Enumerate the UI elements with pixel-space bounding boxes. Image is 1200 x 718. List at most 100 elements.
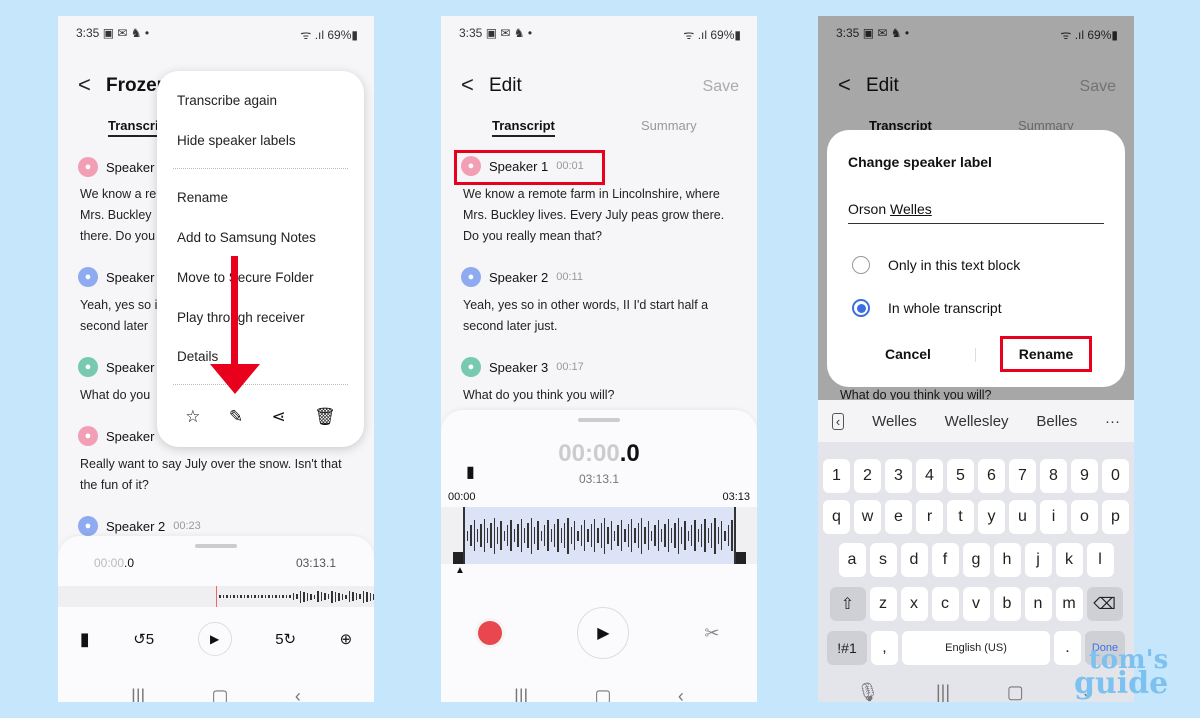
speaker-label[interactable]: ● Speaker — [78, 426, 154, 446]
key-7[interactable]: 7 — [1009, 459, 1036, 493]
speaker-name-input[interactable]: Orson Welles — [848, 201, 1104, 224]
key-c[interactable]: c — [931, 587, 959, 621]
trash-icon[interactable]: 🗑 — [314, 407, 336, 427]
comma-key[interactable]: , — [871, 631, 898, 665]
key-q[interactable]: q — [823, 500, 850, 534]
key-j[interactable]: j — [1024, 543, 1052, 577]
recent-apps-icon[interactable]: ||| — [936, 682, 950, 702]
key-l[interactable]: l — [1086, 543, 1114, 577]
pencil-icon[interactable]: ✎ — [229, 407, 243, 427]
key-9[interactable]: 9 — [1071, 459, 1098, 493]
back-nav-icon[interactable]: ‹ — [678, 686, 684, 702]
trim-end-handle[interactable] — [736, 552, 746, 564]
microphone-icon[interactable]: 🎙 — [856, 682, 879, 702]
speaker-label[interactable]: ● Speaker — [78, 267, 154, 287]
sheet-handle[interactable] — [195, 544, 237, 548]
suggestion[interactable]: Welles — [872, 413, 917, 430]
key-y[interactable]: y — [978, 500, 1005, 534]
key-r[interactable]: r — [916, 500, 943, 534]
star-icon[interactable]: ☆ — [185, 407, 200, 427]
speaker-label[interactable]: ● Speaker 3 00:17 — [461, 357, 584, 377]
key-2[interactable]: 2 — [854, 459, 881, 493]
key-d[interactable]: d — [900, 543, 928, 577]
home-icon[interactable]: ▢ — [212, 686, 229, 702]
key-h[interactable]: h — [993, 543, 1021, 577]
recent-apps-icon[interactable]: ||| — [131, 686, 145, 702]
scissors-icon[interactable]: ✂ — [704, 623, 719, 644]
speaker-label[interactable]: ● Speaker 2 00:11 — [461, 267, 583, 287]
menu-item-transcribe-again[interactable]: Transcribe again — [177, 93, 277, 108]
back-nav-icon[interactable]: ‹ — [295, 686, 301, 702]
backspace-key[interactable]: ⌫ — [1086, 587, 1123, 621]
forward-5-icon[interactable]: 5↻ — [275, 630, 296, 648]
key-w[interactable]: w — [854, 500, 881, 534]
key-g[interactable]: g — [962, 543, 990, 577]
key-0[interactable]: 0 — [1102, 459, 1129, 493]
radio-only-this-block[interactable]: Only in this text block — [852, 256, 1020, 274]
keyboard-collapse-icon[interactable]: ‹ — [831, 412, 845, 430]
space-key[interactable]: English (US) — [902, 631, 1050, 665]
key-b[interactable]: b — [993, 587, 1021, 621]
tab-transcript[interactable]: Transcri — [108, 118, 159, 137]
playhead[interactable] — [216, 586, 217, 607]
playhead-marker[interactable]: ▲ — [455, 565, 465, 576]
cancel-button[interactable]: Cancel — [885, 346, 931, 362]
key-x[interactable]: x — [900, 587, 928, 621]
symbols-key[interactable]: !#1 — [827, 631, 867, 665]
menu-item-add-to-samsung-notes[interactable]: Add to Samsung Notes — [177, 230, 316, 245]
tab-summary[interactable]: Summary — [641, 118, 697, 133]
key-n[interactable]: n — [1024, 587, 1052, 621]
speaker-label[interactable]: ● Speaker — [78, 157, 154, 177]
key-v[interactable]: v — [962, 587, 990, 621]
recent-apps-icon[interactable]: ||| — [514, 686, 528, 702]
record-button[interactable] — [478, 621, 503, 645]
radio-whole-transcript[interactable]: In whole transcript — [852, 299, 1002, 317]
waveform-editor[interactable] — [441, 507, 757, 564]
speaker-label[interactable]: ● Speaker 1 00:01 — [461, 156, 584, 176]
share-icon[interactable]: ⋖ — [272, 407, 286, 427]
key-m[interactable]: m — [1055, 587, 1083, 621]
back-button[interactable]: < — [78, 72, 91, 98]
key-p[interactable]: p — [1102, 500, 1129, 534]
home-icon[interactable]: ▢ — [595, 686, 612, 702]
radio-button[interactable] — [852, 256, 870, 274]
bookmark-icon[interactable]: ▮ — [80, 629, 90, 650]
waveform-scrubber[interactable] — [58, 586, 374, 607]
key-5[interactable]: 5 — [947, 459, 974, 493]
key-f[interactable]: f — [931, 543, 959, 577]
more-icon[interactable]: ··· — [1105, 413, 1120, 430]
key-6[interactable]: 6 — [978, 459, 1005, 493]
rewind-5-icon[interactable]: ↺5 — [133, 630, 154, 648]
play-button[interactable]: ▶ — [197, 622, 232, 656]
key-a[interactable]: a — [838, 543, 866, 577]
key-1[interactable]: 1 — [823, 459, 850, 493]
shift-key[interactable]: ⇧ — [829, 587, 866, 621]
menu-item-rename[interactable]: Rename — [177, 190, 228, 205]
speaker-label[interactable]: ● Speaker 2 00:23 — [78, 516, 201, 536]
key-3[interactable]: 3 — [885, 459, 912, 493]
key-e[interactable]: e — [885, 500, 912, 534]
sheet-handle[interactable] — [578, 418, 620, 422]
play-button[interactable]: ▶ — [577, 607, 630, 659]
key-i[interactable]: i — [1040, 500, 1067, 534]
menu-item-hide-speaker-labels[interactable]: Hide speaker labels — [177, 133, 296, 148]
key-u[interactable]: u — [1009, 500, 1036, 534]
back-button[interactable]: < — [461, 72, 474, 98]
suggestion[interactable]: Wellesley — [945, 413, 1009, 430]
key-o[interactable]: o — [1071, 500, 1098, 534]
key-s[interactable]: s — [869, 543, 897, 577]
add-bookmark-icon[interactable]: ⊕ — [340, 630, 353, 648]
key-t[interactable]: t — [947, 500, 974, 534]
save-button[interactable]: Save — [703, 78, 739, 96]
key-8[interactable]: 8 — [1040, 459, 1067, 493]
key-4[interactable]: 4 — [916, 459, 943, 493]
key-k[interactable]: k — [1055, 543, 1083, 577]
trim-start-handle[interactable] — [453, 552, 463, 564]
radio-button-selected[interactable] — [852, 299, 870, 317]
key-z[interactable]: z — [869, 587, 897, 621]
bookmark-icon[interactable]: ▮ — [466, 462, 475, 482]
rename-button[interactable]: Rename — [1000, 336, 1092, 372]
suggestion[interactable]: Belles — [1036, 413, 1077, 430]
tab-transcript[interactable]: Transcript — [492, 118, 555, 137]
speaker-label[interactable]: ● Speaker — [78, 357, 154, 377]
